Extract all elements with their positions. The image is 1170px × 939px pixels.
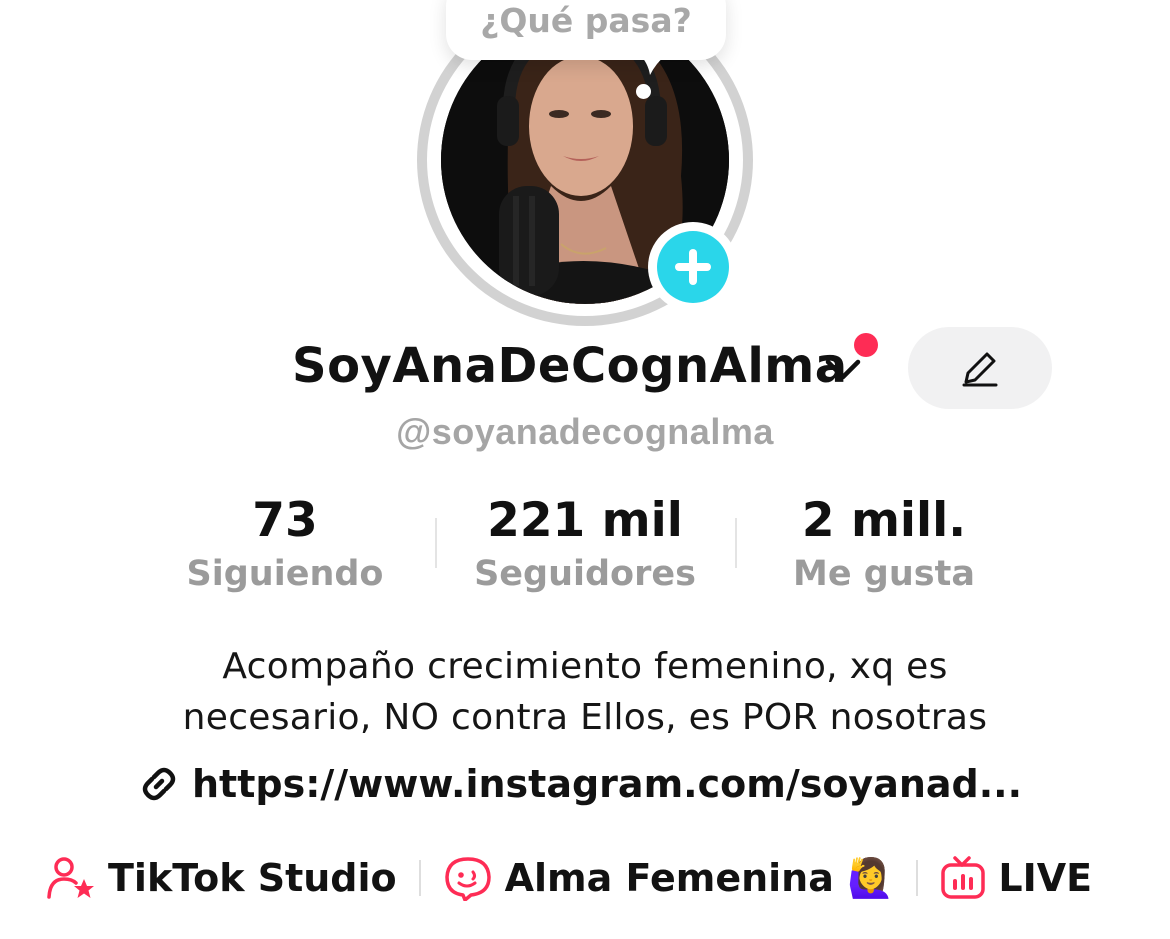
username: @soyanadecognalma [396, 411, 774, 452]
bio: Acompaño crecimiento femenino, xq es nec… [0, 641, 1170, 743]
status-bubble-text: ¿Qué pasa? [480, 0, 692, 40]
stat-label: Siguiendo [186, 554, 384, 594]
shortcut-divider [418, 860, 421, 896]
stat-label: Seguidores [474, 554, 696, 594]
bio-line: necesario, NO contra Ellos, es POR nosot… [182, 697, 988, 738]
live-link[interactable]: LIVE [940, 855, 1092, 901]
stat-following[interactable]: 73 Siguiendo [135, 492, 435, 598]
bubble-dot [636, 84, 651, 99]
tiktok-studio-label: TikTok Studio [108, 856, 397, 900]
bio-line: Acompaño crecimiento femenino, xq es [222, 646, 948, 687]
bio-link[interactable]: https://www.instagram.com/soyanad... [138, 762, 1022, 806]
group-chat-label: Alma Femenina 🙋‍♀️ [504, 855, 895, 900]
notification-dot [854, 333, 878, 357]
edit-profile-button[interactable] [908, 327, 1052, 409]
chat-bubble-face-icon [444, 857, 491, 901]
stat-value: 2 mill. [801, 493, 967, 548]
tiktok-studio-link[interactable]: TikTok Studio [46, 855, 397, 901]
display-name: SoyAnaDeCognAlma [292, 338, 848, 394]
link-icon [142, 767, 176, 801]
status-bubble[interactable]: ¿Qué pasa? [446, 0, 726, 60]
stat-likes[interactable]: 2 mill. Me gusta [734, 492, 1034, 598]
bio-link-text: https://www.instagram.com/soyanad... [192, 762, 1023, 806]
creator-studio-icon [47, 857, 94, 899]
stat-label: Me gusta [793, 554, 975, 594]
live-label: LIVE [998, 856, 1093, 900]
chevron-down-icon[interactable] [824, 352, 862, 384]
stat-followers[interactable]: 221 mil Seguidores [435, 492, 735, 598]
bubble-tail [640, 55, 666, 75]
pencil-icon [962, 352, 998, 387]
stat-value: 221 mil [487, 493, 683, 548]
add-story-button[interactable] [648, 222, 738, 312]
stat-value: 73 [252, 493, 318, 548]
profile-shortcuts: TikTok Studio Alma Femenina 🙋‍♀️ LIVE [46, 848, 1092, 908]
shortcut-divider [916, 860, 919, 896]
group-chat-link[interactable]: Alma Femenina 🙋‍♀️ [443, 855, 895, 901]
plus-icon [675, 249, 711, 285]
live-tv-icon [941, 856, 986, 899]
